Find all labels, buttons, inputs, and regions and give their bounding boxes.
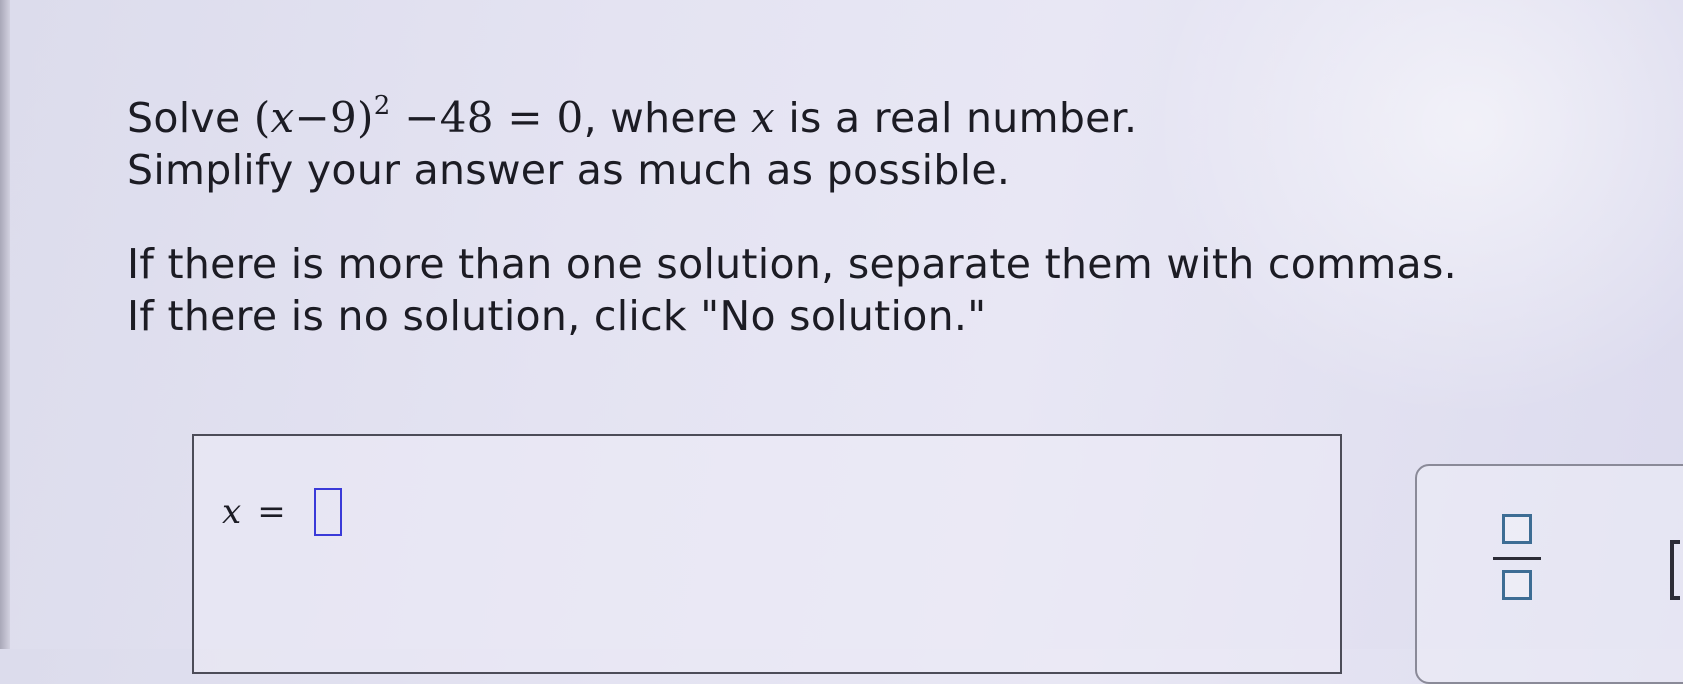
math-toolbar [1415, 464, 1683, 684]
equation-rest: −48 = 0 [390, 93, 584, 142]
answer-row: x = [222, 488, 342, 536]
real-number-text: is a real number. [775, 94, 1138, 142]
fraction-bar-icon [1493, 557, 1541, 560]
inline-variable: x [751, 93, 775, 142]
problem-line-4: If there is no solution, click "No solut… [127, 292, 987, 340]
bracket-icon[interactable] [1670, 540, 1680, 600]
minus-sign: − [294, 93, 331, 142]
problem-line-2: Simplify your answer as much as possible… [127, 146, 1011, 194]
close-paren: ) [357, 93, 374, 142]
exponent: 2 [373, 91, 391, 121]
open-paren: ( [253, 93, 271, 142]
answer-panel: x = [192, 434, 1342, 674]
problem-statement: Solve (x−9)2 −48 = 0, where x is a real … [127, 92, 1457, 342]
screen-bezel [0, 0, 10, 649]
fraction-button[interactable] [1493, 514, 1543, 606]
equation: (x−9)2 −48 = 0 [254, 93, 584, 142]
fraction-numerator-icon [1502, 514, 1532, 544]
where-text: , where [583, 94, 751, 142]
problem-line-3: If there is more than one solution, sepa… [127, 240, 1457, 288]
answer-equals: = [257, 492, 286, 532]
equation-variable: x [270, 93, 295, 142]
problem-line-1: Solve (x−9)2 −48 = 0, where x is a real … [127, 92, 1457, 144]
answer-variable: x [222, 492, 242, 532]
answer-input[interactable] [313, 488, 342, 536]
fraction-denominator-icon [1502, 570, 1532, 600]
constant-nine: 9 [330, 93, 358, 142]
solve-prefix: Solve [127, 94, 254, 142]
